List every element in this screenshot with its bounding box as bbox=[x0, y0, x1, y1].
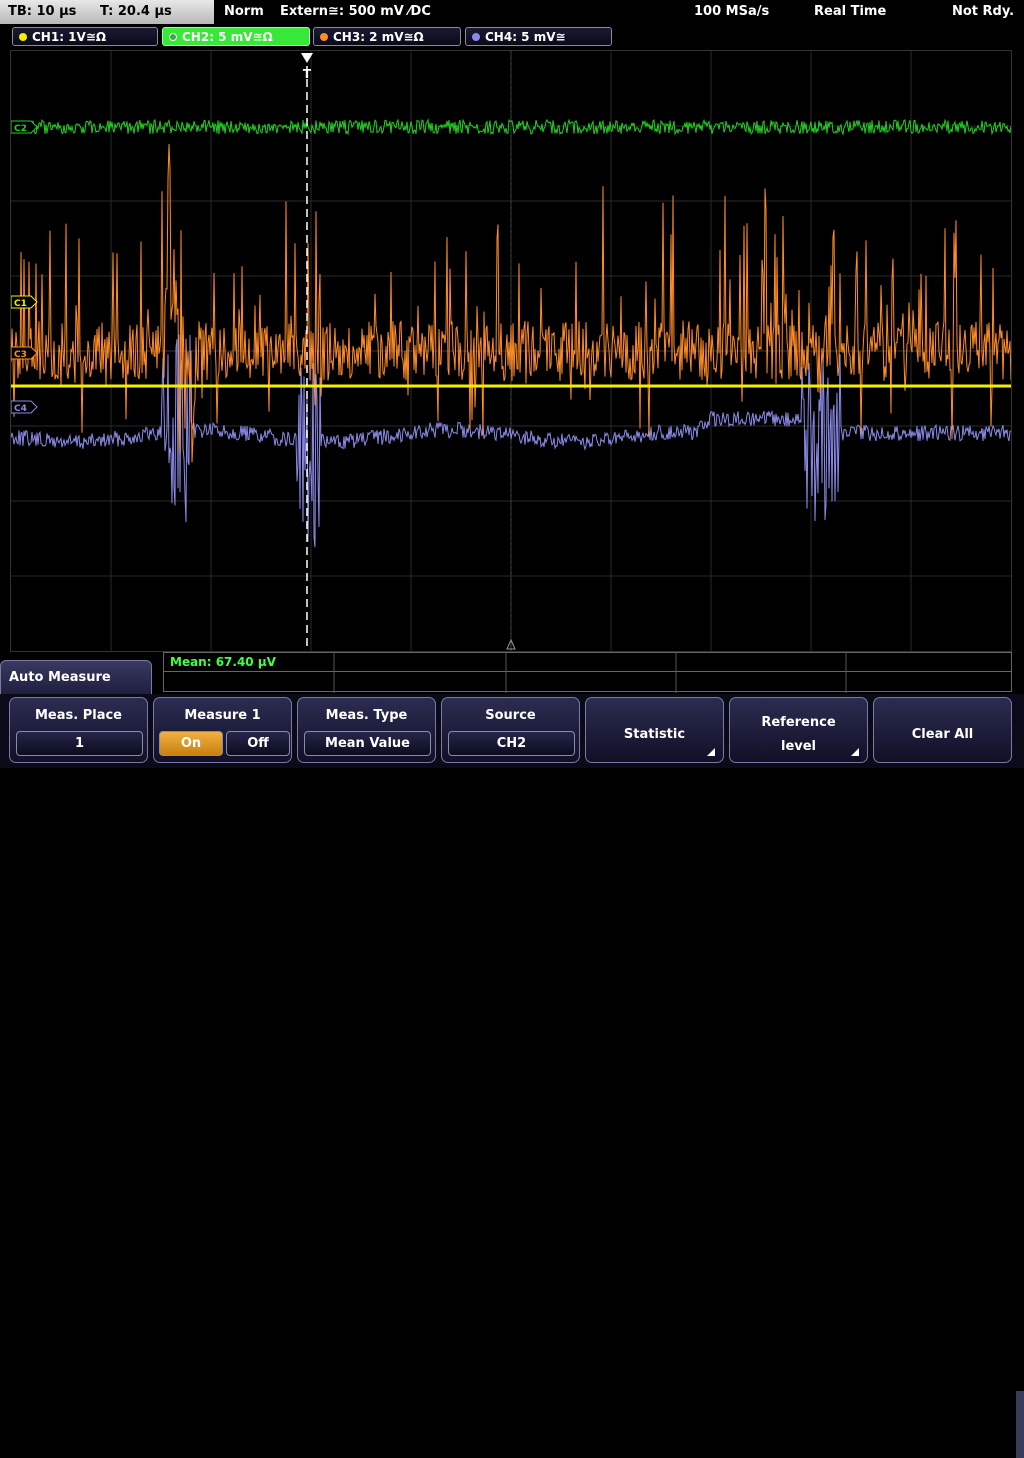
channel-2-dot bbox=[169, 33, 177, 41]
trigger-source[interactable]: Extern≅: 500 mV ⁄DC bbox=[280, 4, 431, 19]
reference-level-softkey[interactable]: Reference level bbox=[729, 697, 868, 763]
submenu-arrow-icon bbox=[707, 748, 715, 756]
channel-1-label: CH1: 1V≅Ω bbox=[32, 30, 107, 44]
trigger-marker-label: T bbox=[303, 67, 312, 81]
channel-1-tab[interactable]: CH1: 1V≅Ω bbox=[12, 27, 158, 46]
source-label: Source bbox=[485, 708, 536, 723]
source-softkey[interactable]: Source CH2 bbox=[441, 697, 580, 763]
channel-4-label: CH4: 5 mV≅ bbox=[485, 30, 566, 44]
timebase-label: TB: 10 µs bbox=[8, 4, 77, 19]
measure1-off-button[interactable]: Off bbox=[226, 731, 290, 756]
channel-3-tab[interactable]: CH3: 2 mV≅Ω bbox=[313, 27, 461, 46]
timebase-box[interactable]: TB: 10 µs T: 20.4 µs bbox=[0, 0, 214, 24]
menu-scrollbar[interactable] bbox=[1016, 1391, 1024, 1458]
measurement-grid bbox=[333, 653, 847, 693]
channel-2-tab[interactable]: CH2: 5 mV≅Ω bbox=[162, 27, 310, 46]
channel-2-label: CH2: 5 mV≅Ω bbox=[182, 30, 273, 44]
measure1-softkey[interactable]: Measure 1 On Off bbox=[153, 697, 292, 763]
channel-bar: CH1: 1V≅Ω CH2: 5 mV≅Ω CH3: 2 mV≅Ω CH4: 5… bbox=[0, 26, 1024, 48]
clear-all-label: Clear All bbox=[911, 727, 974, 742]
clear-all-softkey[interactable]: Clear All bbox=[873, 697, 1012, 763]
menu-title: Auto Measure bbox=[9, 670, 111, 685]
waveform-display[interactable]: T C2 C1 C3 C4 bbox=[10, 50, 1012, 652]
ch2-offset-marker-label: C2 bbox=[14, 124, 27, 134]
channel-1-dot bbox=[19, 33, 27, 41]
ch4-offset-marker-label: C4 bbox=[14, 404, 27, 414]
meas-place-label: Meas. Place bbox=[34, 708, 122, 723]
softkey-bar: Meas. Place 1 Measure 1 On Off Meas. Typ… bbox=[0, 694, 1024, 1458]
meas-place-softkey[interactable]: Meas. Place 1 bbox=[9, 697, 148, 763]
channel-4-tab[interactable]: CH4: 5 mV≅ bbox=[465, 27, 612, 46]
meas-type-softkey[interactable]: Meas. Type Mean Value bbox=[297, 697, 436, 763]
trigger-mode[interactable]: Norm bbox=[224, 4, 264, 19]
source-value[interactable]: CH2 bbox=[448, 731, 575, 756]
top-status-bar: TB: 10 µs T: 20.4 µs Norm Extern≅: 500 m… bbox=[0, 0, 1024, 24]
measure1-label: Measure 1 bbox=[184, 708, 261, 723]
meas-place-value[interactable]: 1 bbox=[16, 731, 143, 756]
meas-type-value[interactable]: Mean Value bbox=[304, 731, 431, 756]
statistic-softkey[interactable]: Statistic bbox=[585, 697, 724, 763]
submenu-arrow-icon bbox=[851, 748, 859, 756]
channel-3-dot bbox=[320, 33, 328, 41]
waveform-canvas: T C2 C1 C3 C4 bbox=[11, 51, 1011, 651]
trigger-position-label: T: 20.4 µs bbox=[100, 4, 172, 19]
measurement-results-area: Mean: 67.40 µV bbox=[163, 652, 1012, 693]
statistic-label: Statistic bbox=[623, 727, 686, 742]
reference-label-line2: level bbox=[780, 739, 817, 754]
reference-label-line1: Reference bbox=[761, 715, 836, 730]
ch3-offset-marker-label: C3 bbox=[14, 350, 27, 360]
meas-type-label: Meas. Type bbox=[325, 708, 408, 723]
acquisition-mode: Real Time bbox=[814, 4, 887, 19]
acquisition-status: Not Rdy. bbox=[952, 4, 1015, 19]
channel-3-label: CH3: 2 mV≅Ω bbox=[333, 30, 424, 44]
sample-rate: 100 MSa/s bbox=[694, 4, 770, 19]
measure1-on-button[interactable]: On bbox=[159, 731, 223, 756]
ch1-offset-marker-label: C1 bbox=[14, 299, 27, 309]
channel-4-dot bbox=[472, 33, 480, 41]
